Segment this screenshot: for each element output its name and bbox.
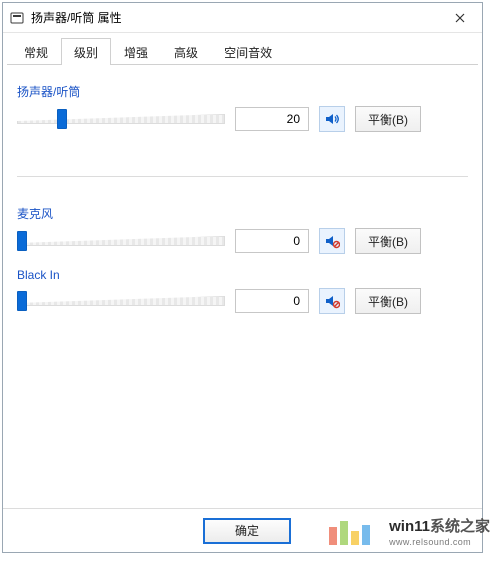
close-icon (455, 13, 465, 23)
window-title: 扬声器/听筒 属性 (31, 9, 437, 26)
input-0-balance-button[interactable]: 平衡(B) (355, 228, 421, 254)
input-0-volume-value[interactable] (235, 229, 309, 253)
input-1-volume-slider[interactable] (17, 288, 225, 314)
inputs-group: 麦克风 平衡(B) Black In (17, 205, 468, 314)
input-1-volume-value[interactable] (235, 289, 309, 313)
output-label: 扬声器/听筒 (17, 83, 468, 100)
tab-levels[interactable]: 级别 (61, 38, 111, 65)
tab-content-levels: 扬声器/听筒 平衡(B) 麦克风 (3, 65, 482, 552)
ok-button[interactable]: 确定 (203, 518, 291, 544)
close-button[interactable] (437, 3, 482, 32)
input-0-mute-button[interactable] (319, 228, 345, 254)
input-1-slider-wrap (17, 288, 225, 314)
watermark-line1b: 系统之家 (430, 518, 490, 535)
tab-enhance[interactable]: 增强 (111, 38, 161, 65)
properties-dialog: 扬声器/听筒 属性 常规 级别 增强 高级 空间音效 扬声器/听筒 (2, 2, 483, 553)
tab-spatial[interactable]: 空间音效 (211, 38, 285, 65)
watermark-line1a: win11 (389, 518, 430, 535)
logo-block-3 (351, 531, 359, 545)
watermark-text: win11 系统之家 www.relsound.com (389, 518, 490, 547)
tab-general[interactable]: 常规 (11, 38, 61, 65)
window-icon (9, 10, 25, 26)
output-row: 平衡(B) (17, 106, 468, 132)
input-0-label: 麦克风 (17, 205, 468, 222)
input-1-row: 平衡(B) (17, 288, 468, 314)
output-mute-button[interactable] (319, 106, 345, 132)
output-slider-wrap (17, 106, 225, 132)
output-volume-slider[interactable] (17, 106, 225, 132)
input-0-volume-slider[interactable] (17, 228, 225, 254)
input-1-label: Black In (17, 268, 468, 282)
output-volume-value[interactable] (235, 107, 309, 131)
tab-strip: 常规 级别 增强 高级 空间音效 (3, 37, 482, 65)
titlebar: 扬声器/听筒 属性 (3, 3, 482, 33)
logo-block-2 (340, 521, 348, 545)
section-divider (17, 176, 468, 177)
speaker-muted-icon (324, 233, 340, 249)
input-1-balance-button[interactable]: 平衡(B) (355, 288, 421, 314)
tab-advanced[interactable]: 高级 (161, 38, 211, 65)
watermark-line2: www.relsound.com (389, 537, 490, 547)
output-balance-button[interactable]: 平衡(B) (355, 106, 421, 132)
input-0-row: 平衡(B) (17, 228, 468, 254)
logo-block-1 (329, 527, 337, 545)
speaker-icon (324, 111, 340, 127)
input-1-mute-button[interactable] (319, 288, 345, 314)
input-0-slider-wrap (17, 228, 225, 254)
logo-block-4 (362, 525, 370, 545)
speaker-muted-icon (324, 293, 340, 309)
watermark-logo (329, 521, 370, 545)
